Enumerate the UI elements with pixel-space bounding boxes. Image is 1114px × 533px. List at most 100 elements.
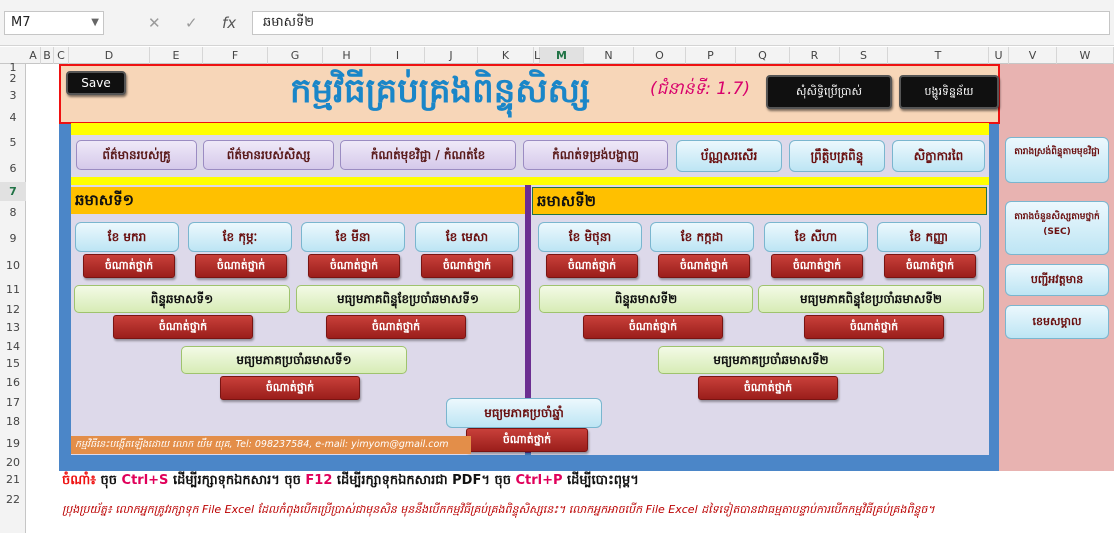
request-permission-button[interactable]: សុំសិទ្ធិប្រើប្រាស់ [766,75,892,109]
column-header-R[interactable]: R [790,47,840,64]
grade-button-sep[interactable]: ចំណាត់ថ្នាក់ [884,254,976,278]
column-header-U[interactable]: U [989,47,1009,64]
row-header-9[interactable]: 9 [0,225,26,253]
month-button-mar[interactable]: ខែ មីនា [301,222,405,252]
clear-data-button[interactable]: បង្ហូរទិន្នន័យ [899,75,999,109]
column-header-S[interactable]: S [840,47,888,64]
row-header-15[interactable]: 15 [0,355,26,373]
row-header-19[interactable]: 19 [0,431,26,456]
menu-certificate[interactable]: ប័ណ្ណសរសើរ [676,140,782,172]
cancel-icon[interactable]: ✕ [148,14,161,32]
row-header-10[interactable]: 10 [0,253,26,279]
row-header-7[interactable]: 7 [0,182,26,201]
note-text: ចុច [95,473,122,488]
row-header-20[interactable]: 20 [0,456,26,470]
menu-teacher-info[interactable]: ព័ត៌មានរបស់គ្រូ [76,140,197,170]
column-header-Q[interactable]: Q [736,47,790,64]
semester2-avg-score-button[interactable]: មធ្យមភាគពិន្ទុខែប្រចាំឆមាសទី២ [758,285,984,313]
semester1-avg-score-button[interactable]: មធ្យមភាគពិន្ទុខែប្រចាំឆមាសទី១ [296,285,520,313]
column-header-K[interactable]: K [478,47,534,64]
row-header-17[interactable]: 17 [0,393,26,412]
column-header-B[interactable]: B [41,47,54,64]
column-header-O[interactable]: O [634,47,686,64]
row-header-8[interactable]: 8 [0,201,26,225]
menu-student-info[interactable]: ព័ត៌មានរបស់សិស្ស [203,140,334,170]
column-header-N[interactable]: N [584,47,634,64]
grade-button-jul[interactable]: ចំណាត់ថ្នាក់ [658,254,750,278]
column-header-M[interactable]: M [540,47,584,64]
formula-input[interactable]: ឆមាសទី២ [252,11,1110,35]
enter-icon[interactable]: ✓ [185,14,198,32]
column-header-F[interactable]: F [203,47,268,64]
column-header-P[interactable]: P [686,47,736,64]
month-button-jan[interactable]: ខែ មករា [75,222,179,252]
semester1-avg-grade-button[interactable]: ចំណាត់ថ្នាក់ [326,315,466,339]
row-header-21[interactable]: 21 [0,470,26,490]
grade-button-mar[interactable]: ចំណាត់ថ្នាក់ [308,254,400,278]
column-header-E[interactable]: E [150,47,203,64]
row-header-13[interactable]: 13 [0,318,26,338]
month-button-jun[interactable]: ខែ មិថុនា [538,222,642,252]
chevron-down-icon[interactable]: ▼ [91,12,99,34]
name-box[interactable]: M7 ▼ [4,11,104,35]
row-header-11[interactable]: 11 [0,279,26,301]
save-button[interactable]: Save [66,71,126,95]
row-header-14[interactable]: 14 [0,338,26,355]
column-header-W[interactable]: W [1057,47,1114,64]
semester2-avg-semester-grade-button[interactable]: ចំណាត់ថ្នាក់ [698,376,838,400]
column-headers: ABCDEFGHIJKLMNOPQRSTUVW [0,47,1114,64]
grade-button-feb[interactable]: ចំណាត់ថ្នាក់ [195,254,287,278]
semester1-score-button[interactable]: ពិន្ទុឆមាសទី១ [74,285,290,313]
menu-subject-month[interactable]: កំណត់មុខវិជ្ជា / កំណត់ខែ [340,140,516,170]
side-attendance-button[interactable]: បញ្ជីអវត្តមាន [1005,264,1109,296]
menu-report-card[interactable]: ព្រឹត្តិបត្រពិន្ទុ [789,140,885,172]
version-label: (ជំនាន់ទី: 1.7) [650,79,750,99]
grade-button-jan[interactable]: ចំណាត់ថ្នាក់ [83,254,175,278]
month-button-feb[interactable]: ខែ កុម្ភៈ [188,222,292,252]
month-button-apr[interactable]: ខែ មេសា [415,222,519,252]
row-header-16[interactable]: 16 [0,373,26,393]
row-header-2[interactable]: 2 [0,72,26,86]
month-button-aug[interactable]: ខែ សីហា [764,222,868,252]
menu-student-card[interactable]: សិក្ខាការពៃ [892,140,985,172]
side-remarks-button[interactable]: ខេមសម្គាល [1005,305,1109,339]
row-header-5[interactable]: 5 [0,130,26,155]
grade-button-aug[interactable]: ចំណាត់ថ្នាក់ [771,254,863,278]
row-header-4[interactable]: 4 [0,106,26,130]
semester2-avg-grade-button[interactable]: ចំណាត់ថ្នាក់ [804,315,944,339]
annual-grade-button[interactable]: ចំណាត់ថ្នាក់ [466,428,588,452]
side-score-by-subject-button[interactable]: តារាងស្រង់ពិន្ទុតាមមុខវិជ្ជា [1005,137,1109,183]
column-header-I[interactable]: I [371,47,425,64]
column-header-V[interactable]: V [1009,47,1057,64]
row-header-18[interactable]: 18 [0,412,26,431]
note-warning: ប្រុងប្រយ័ត្ន៖ លោកអ្នកត្រូវរក្សាទុក File… [62,503,935,516]
semester2-score-button[interactable]: ពិន្ទុឆមាសទី២ [539,285,753,313]
shortcut-ctrl-p: Ctrl+P [515,473,563,488]
semester1-avg-button[interactable]: មធ្យមភាគប្រចាំឆមាសទី១ [181,346,407,374]
row-header-6[interactable]: 6 [0,155,26,182]
annual-avg-button[interactable]: មធ្យមភាគប្រចាំឆ្នាំ [446,398,602,428]
column-header-G[interactable]: G [268,47,323,64]
row-header-3[interactable]: 3 [0,86,26,106]
semester1-avg-semester-grade-button[interactable]: ចំណាត់ថ្នាក់ [220,376,360,400]
grade-button-jun[interactable]: ចំណាត់ថ្នាក់ [546,254,638,278]
row-header-12[interactable]: 12 [0,301,26,318]
column-header-T[interactable]: T [888,47,989,64]
menu-display-format[interactable]: កំណត់ទម្រង់បង្ហាញ [523,140,668,170]
semester2-avg-button[interactable]: មធ្យមភាគប្រចាំឆមាសទី២ [658,346,884,374]
semester1-score-grade-button[interactable]: ចំណាត់ថ្នាក់ [113,315,253,339]
side-student-count-button[interactable]: តារាងចំនួនសិស្សតាមថ្នាក់ (SEC) [1005,201,1109,255]
column-header-H[interactable]: H [323,47,371,64]
row-header-22[interactable]: 22 [0,490,26,510]
semester2-header[interactable]: ឆមាសទី២ [532,187,987,215]
month-button-jul[interactable]: ខែ កក្កដា [650,222,754,252]
column-header-A[interactable]: A [26,47,41,64]
grade-button-apr[interactable]: ចំណាត់ថ្នាក់ [421,254,513,278]
month-button-sep[interactable]: ខែ កញ្ញា [877,222,981,252]
column-header-J[interactable]: J [425,47,478,64]
column-header-D[interactable]: D [69,47,150,64]
row-header-1[interactable]: 1 [0,62,26,73]
semester2-score-grade-button[interactable]: ចំណាត់ថ្នាក់ [583,315,723,339]
column-header-C[interactable]: C [54,47,69,64]
fx-icon[interactable]: fx [222,14,236,32]
